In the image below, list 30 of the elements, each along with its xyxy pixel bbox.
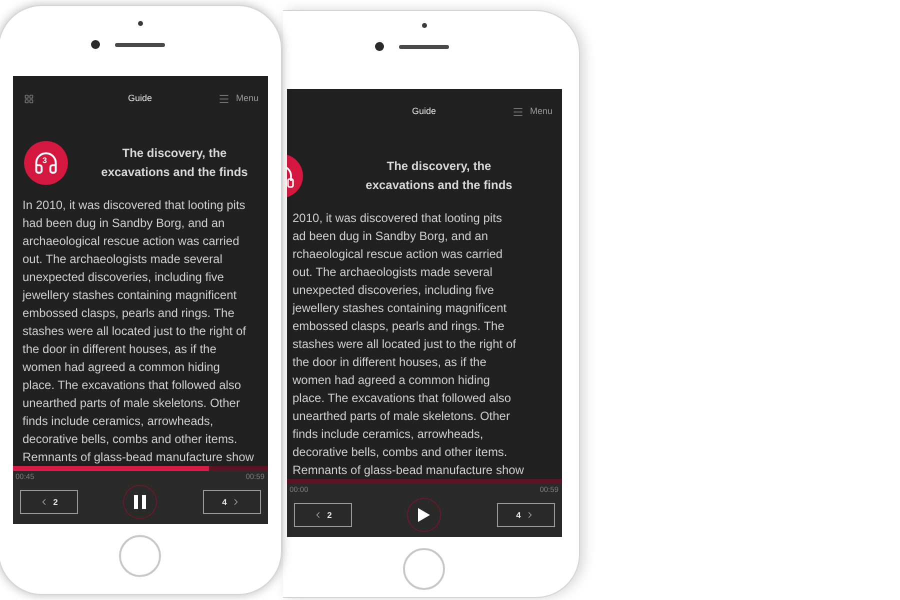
play-pause-button[interactable] <box>407 498 441 532</box>
sensor-icon <box>138 21 142 26</box>
screen-title: Guide <box>412 106 436 117</box>
progress-track[interactable] <box>286 479 562 484</box>
next-button[interactable]: 4 <box>202 490 260 514</box>
previous-button[interactable]: 2 <box>20 490 78 514</box>
next-button[interactable]: 4 <box>496 503 554 527</box>
camera-icon <box>91 40 100 49</box>
play-pause-button[interactable] <box>123 485 157 519</box>
progress-track[interactable] <box>12 466 268 471</box>
screen-title: Guide <box>128 93 152 104</box>
previous-button[interactable]: 2 <box>294 503 352 527</box>
body-text: In 2010, it was discovered that looting pits had been dug in Sandby Borg, and an archaeological rescue action was carried out. The archaeologists made several unexpected discoveries, including five jewellery stashes containing magnificent embossed clasps, pearls and rings. The stashes were all located just to the right of the door in different houses, as if the women had agreed a common hiding place. The excavations that followed also unearthed parts of male skeletons. Other finds include ceramics, arrowheads, decorative bells, combs and other items. Remnants of glass-bead manufacture show <box>21 197 255 466</box>
headphones-icon <box>32 150 58 176</box>
menu-icon <box>218 92 230 104</box>
article-title: The discovery, the excavations and the finds <box>366 158 512 194</box>
home-button[interactable] <box>119 535 161 577</box>
body-text: 2010, it was discovered that looting pits ad been dug in Sandby Borg, and an rchaeological rescue action was carried out. The archaeologists made several unexpected discoveries, including five jewellery stashes containing magnificent embossed clasps, pearls and rings. The stashes were all located just to the right of the door in different houses, as if the women had agreed a common hiding place. The excavations that followed also unearthed parts of male skeletons. Other finds include ceramics, arrowheads, decorative bells, combs and other items. Remnants of glass-bead manufacture show <box>291 210 525 479</box>
grid-icon[interactable] <box>24 94 34 104</box>
earpiece-icon <box>115 42 165 46</box>
sensor-icon <box>422 23 426 28</box>
article-title: The discovery, the excavations and the finds <box>101 145 248 181</box>
menu-button[interactable]: Menu <box>512 106 552 118</box>
menu-icon <box>512 106 524 118</box>
home-button[interactable] <box>403 548 445 590</box>
camera-icon <box>375 42 384 51</box>
menu-button[interactable]: Menu <box>218 92 258 104</box>
earpiece-icon <box>399 44 449 48</box>
track-number: 3 <box>42 156 47 166</box>
headphones-badge-icon <box>286 154 302 198</box>
